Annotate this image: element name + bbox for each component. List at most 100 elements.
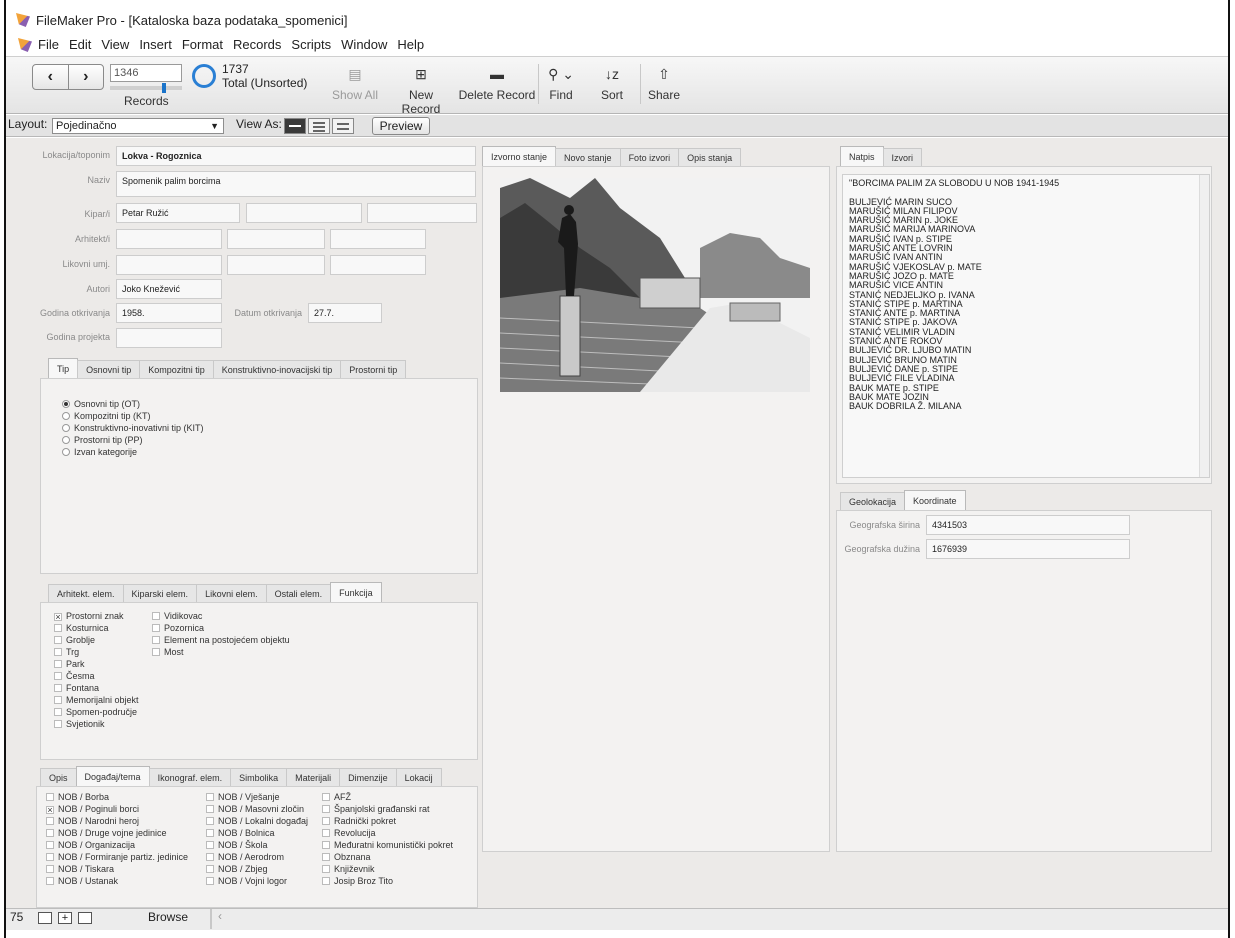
dogadaj-checkbox[interactable]: NOB / Borba xyxy=(46,791,206,803)
dogadaj-checkbox[interactable]: Radnički pokret xyxy=(322,815,478,827)
find-button[interactable]: ⚲ ⌄ Find xyxy=(544,66,578,102)
funkcija-checkbox[interactable]: Vidikovac xyxy=(152,610,332,622)
dogadaj-checkbox[interactable]: AFŽ xyxy=(322,791,478,803)
tab-ostali-elem[interactable]: Ostali elem. xyxy=(265,584,332,602)
record-slider[interactable] xyxy=(110,83,182,93)
sort-button[interactable]: ↓z Sort xyxy=(592,66,632,102)
tab-kiparski-elem[interactable]: Kiparski elem. xyxy=(122,584,198,602)
likovni-field-2[interactable] xyxy=(227,255,325,275)
dogadaj-checkbox[interactable]: × NOB / Poginuli borci xyxy=(46,803,206,815)
arhitekt-field-3[interactable] xyxy=(330,229,426,249)
tab-izvori[interactable]: Izvori xyxy=(882,148,923,166)
menu-window[interactable]: Window xyxy=(341,37,387,52)
funkcija-checkbox[interactable]: Memorijalni objekt xyxy=(54,694,154,706)
tab-likovni-elem[interactable]: Likovni elem. xyxy=(196,584,267,602)
dogadaj-checkbox[interactable]: NOB / Bolnica xyxy=(206,827,322,839)
dogadaj-checkbox[interactable]: NOB / Aerodrom xyxy=(206,851,322,863)
godina-otkrivanja-field[interactable]: 1958. xyxy=(116,303,222,323)
menu-records[interactable]: Records xyxy=(233,37,281,52)
funkcija-checkbox[interactable]: Fontana xyxy=(54,682,154,694)
godina-projekta-field[interactable] xyxy=(116,328,222,348)
dogadaj-checkbox[interactable]: Španjolski građanski rat xyxy=(322,803,478,815)
dogadaj-checkbox[interactable]: Revolucija xyxy=(322,827,478,839)
dogadaj-checkbox[interactable]: NOB / Masovni zločin xyxy=(206,803,322,815)
menu-edit[interactable]: Edit xyxy=(69,37,91,52)
funkcija-checkbox[interactable]: Česma xyxy=(54,670,154,682)
tab-funkcija[interactable]: Funkcija xyxy=(330,582,382,602)
kipar-field-1[interactable]: Petar Ružić xyxy=(116,203,240,223)
toolbar-toggle-icon[interactable] xyxy=(78,912,92,924)
menu-insert[interactable]: Insert xyxy=(139,37,172,52)
new-record-button[interactable]: ⊞ New Record xyxy=(388,66,454,116)
funkcija-checkbox[interactable]: Element na postojećem objektu xyxy=(152,634,332,646)
monument-photo[interactable] xyxy=(500,178,810,392)
lokacija-field[interactable]: Lokva - Rogoznica xyxy=(116,146,476,166)
menu-format[interactable]: Format xyxy=(182,37,223,52)
likovni-field-1[interactable] xyxy=(116,255,222,275)
tab-simbolika[interactable]: Simbolika xyxy=(230,768,288,786)
menu-view[interactable]: View xyxy=(101,37,129,52)
layout-select[interactable]: Pojedinačno ▼ xyxy=(52,118,224,134)
tab-arhitekt-elem[interactable]: Arhitekt. elem. xyxy=(48,584,124,602)
dogadaj-checkbox[interactable]: NOB / Vješanje xyxy=(206,791,322,803)
funkcija-checkbox[interactable]: Kosturnica xyxy=(54,622,154,634)
dogadaj-checkbox[interactable]: NOB / Formiranje partiz. jedinice xyxy=(46,851,206,863)
dogadaj-checkbox[interactable]: Književnik xyxy=(322,863,478,875)
dogadaj-checkbox[interactable]: NOB / Tiskara xyxy=(46,863,206,875)
tab-materijali[interactable]: Materijali xyxy=(286,768,341,786)
funkcija-checkbox[interactable]: Spomen-područje xyxy=(54,706,154,718)
tab-tip[interactable]: Tip xyxy=(48,358,79,378)
tab-konstruktivno-tip[interactable]: Konstruktivno-inovacijski tip xyxy=(212,360,342,378)
tab-novo-stanje[interactable]: Novo stanje xyxy=(555,148,621,166)
funkcija-checkbox[interactable]: Most xyxy=(152,646,332,658)
tab-koordinate[interactable]: Koordinate xyxy=(904,490,966,510)
record-slider-thumb[interactable] xyxy=(162,83,167,93)
show-all-button[interactable]: ▤ Show All xyxy=(330,66,380,102)
funkcija-checkbox[interactable]: Pozornica xyxy=(152,622,332,634)
kipar-field-3[interactable] xyxy=(367,203,477,223)
zoom-in-icon[interactable]: + xyxy=(58,912,72,924)
tab-foto-izvori[interactable]: Foto izvori xyxy=(619,148,680,166)
tab-ikonograf-elem[interactable]: Ikonograf. elem. xyxy=(148,768,232,786)
list-view-button[interactable] xyxy=(308,118,330,134)
arhitekt-field-1[interactable] xyxy=(116,229,222,249)
tab-izvorno-stanje[interactable]: Izvorno stanje xyxy=(482,146,557,166)
menu-scripts[interactable]: Scripts xyxy=(291,37,331,52)
tab-dimenzije[interactable]: Dimenzije xyxy=(339,768,397,786)
radio-izvan-kategorije[interactable]: Izvan kategorije xyxy=(62,446,362,458)
tab-geolokacija[interactable]: Geolokacija xyxy=(840,492,906,510)
dogadaj-checkbox[interactable]: NOB / Organizacija xyxy=(46,839,206,851)
dogadaj-checkbox[interactable]: NOB / Ustanak xyxy=(46,875,206,887)
naziv-field[interactable]: Spomenik palim borcima xyxy=(116,171,476,197)
tab-kompozitni-tip[interactable]: Kompozitni tip xyxy=(139,360,214,378)
datum-otkrivanja-field[interactable]: 27.7. xyxy=(308,303,382,323)
mode-label[interactable]: Browse xyxy=(148,910,188,924)
radio-osnovni-tip[interactable]: Osnovni tip (OT) xyxy=(62,398,362,410)
zoom-level[interactable]: 75 xyxy=(10,910,23,924)
kipar-field-2[interactable] xyxy=(246,203,362,223)
preview-button[interactable]: Preview xyxy=(372,117,430,135)
delete-record-button[interactable]: ▬ Delete Record xyxy=(458,66,536,102)
zoom-out-icon[interactable] xyxy=(38,912,52,924)
likovni-field-3[interactable] xyxy=(330,255,426,275)
natpis-scrollbar[interactable] xyxy=(1199,175,1209,477)
scroll-left-icon[interactable]: ‹ xyxy=(218,909,222,923)
previous-record-button[interactable]: ‹ xyxy=(33,65,69,89)
arhitekt-field-2[interactable] xyxy=(227,229,325,249)
current-record-input[interactable]: 1346 xyxy=(110,64,182,82)
menu-file[interactable]: File xyxy=(38,37,59,52)
dogadaj-checkbox[interactable]: Međuratni komunistički pokret xyxy=(322,839,478,851)
tab-natpis[interactable]: Natpis xyxy=(840,146,884,166)
tab-osnovni-tip[interactable]: Osnovni tip xyxy=(77,360,141,378)
funkcija-checkbox[interactable]: Svjetionik xyxy=(54,718,154,730)
dogadaj-checkbox[interactable]: NOB / Škola xyxy=(206,839,322,851)
radio-prostorni-tip[interactable]: Prostorni tip (PP) xyxy=(62,434,362,446)
dogadaj-checkbox[interactable]: Josip Broz Tito xyxy=(322,875,478,887)
geografska-duzina-field[interactable]: 1676939 xyxy=(926,539,1130,559)
radio-konstruktivno-tip[interactable]: Konstruktivno-inovativni tip (KIT) xyxy=(62,422,362,434)
dogadaj-checkbox[interactable]: NOB / Lokalni događaj xyxy=(206,815,322,827)
dogadaj-checkbox[interactable]: NOB / Vojni logor xyxy=(206,875,322,887)
geografska-sirina-field[interactable]: 4341503 xyxy=(926,515,1130,535)
next-record-button[interactable]: › xyxy=(69,65,104,89)
tab-opis-stanja[interactable]: Opis stanja xyxy=(678,148,742,166)
